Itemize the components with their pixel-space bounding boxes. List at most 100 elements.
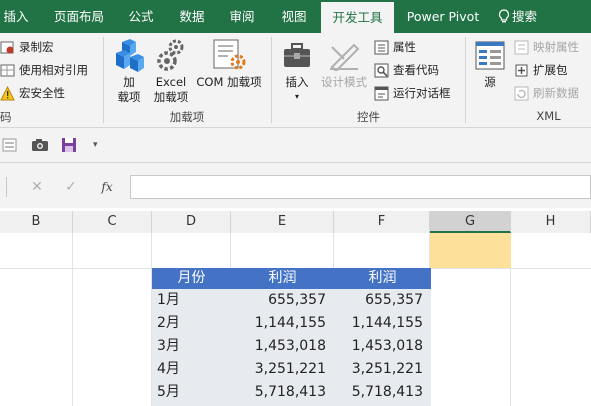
design-mode-button[interactable]: 设计模式 <box>318 37 370 105</box>
table-cell[interactable]: 1,144,155 <box>334 312 423 335</box>
map-properties-button[interactable]: 映射属性 <box>514 37 579 57</box>
table-cell[interactable]: 5月 <box>157 381 180 404</box>
customize-qat-icon[interactable]: ▾ <box>93 137 98 153</box>
table-header-row: 月份 利润 利润 <box>152 268 431 289</box>
refresh-icon <box>514 86 529 101</box>
xml-group-label: XML <box>536 109 561 123</box>
tab-view[interactable]: 视图 <box>276 0 312 33</box>
form-icon[interactable] <box>2 137 18 153</box>
map-properties-label: 映射属性 <box>533 40 579 54</box>
selected-cell[interactable] <box>430 233 511 268</box>
tab-review[interactable]: 审阅 <box>224 0 260 33</box>
addins-group-label: 加载项 <box>169 110 205 124</box>
table-row: 5月 5,718,413 5,718,413 <box>152 381 431 406</box>
formula-input[interactable] <box>130 175 591 199</box>
table-cell[interactable]: 3,251,221 <box>334 358 423 381</box>
table-cell[interactable]: 3月 <box>157 335 180 358</box>
relative-reference-button[interactable]: 使用相对引用 <box>0 60 88 80</box>
addins-label: 加载项 <box>117 75 141 104</box>
controls-group-label: 控件 <box>357 110 380 124</box>
properties-button[interactable]: 属性 <box>374 37 416 57</box>
expansion-packs-icon <box>514 63 529 78</box>
table-cell[interactable]: 1,453,018 <box>231 335 326 358</box>
properties-icon <box>374 40 389 55</box>
expansion-packs-label: 扩展包 <box>533 63 568 77</box>
camera-icon[interactable] <box>31 137 49 153</box>
table-header-profit-2[interactable]: 利润 <box>334 268 431 289</box>
table-cell[interactable]: 655,357 <box>231 289 326 312</box>
tab-power-pivot[interactable]: Power Pivot <box>403 0 483 33</box>
table-header-month[interactable]: 月份 <box>152 268 231 289</box>
table-cell[interactable]: 5,718,413 <box>334 381 423 404</box>
column-header-b[interactable]: B <box>0 211 73 233</box>
table-row: 2月 1,144,155 1,144,155 <box>152 312 431 335</box>
excel-addins-button[interactable]: Excel 加载项 <box>150 37 192 105</box>
com-addins-button[interactable]: COM 加载项 <box>193 37 265 105</box>
properties-label: 属性 <box>393 40 416 54</box>
lightbulb-icon <box>498 9 510 23</box>
formula-bar: ✕ ✓ fx <box>0 163 591 208</box>
column-headers: B C D E F G H <box>0 211 591 234</box>
column-header-c[interactable]: C <box>73 211 152 233</box>
insert-control-label: 插入 <box>285 75 309 89</box>
xml-source-button[interactable]: 源 <box>471 37 509 105</box>
xml-source-label: 源 <box>484 75 496 89</box>
table-cell[interactable]: 1,453,018 <box>334 335 423 358</box>
insert-control-button[interactable]: 插入 ▾ <box>278 37 316 105</box>
com-addins-label: COM 加载项 <box>196 75 262 89</box>
ribbon-tab-bar: 插入 页面布局 公式 数据 审阅 视图 开发工具 Power Pivot 搜索 <box>0 0 591 33</box>
column-header-g[interactable]: G <box>430 211 511 233</box>
table-cell[interactable]: 3,251,221 <box>231 358 326 381</box>
table-cell[interactable]: 1月 <box>157 289 180 312</box>
table-cell[interactable]: 5,718,413 <box>231 381 326 404</box>
search-label: 搜索 <box>512 9 538 24</box>
run-dialog-label: 运行对话框 <box>393 86 451 100</box>
enter-icon[interactable]: ✓ <box>61 175 81 199</box>
column-header-d[interactable]: D <box>152 211 231 233</box>
refresh-data-button[interactable]: 刷新数据 <box>514 83 579 103</box>
quick-access-toolbar: ▾ <box>0 128 591 163</box>
code-group-label: 码 <box>0 110 12 124</box>
run-dialog-button[interactable]: 运行对话框 <box>374 83 451 103</box>
run-dialog-icon <box>374 86 389 101</box>
addins-button[interactable]: 加载项 <box>110 37 148 105</box>
tab-search[interactable]: 搜索 <box>498 0 550 33</box>
insert-function-icon[interactable]: fx <box>97 175 117 199</box>
save-icon[interactable] <box>61 137 77 153</box>
relative-reference-label: 使用相对引用 <box>19 63 88 77</box>
table-header-profit-1[interactable]: 利润 <box>231 268 334 289</box>
ribbon: 录制宏 使用相对引用 宏安全性 码 加载项 Excel 加载项 COM 加载项 … <box>0 33 591 128</box>
gridline <box>72 233 73 406</box>
view-code-button[interactable]: 查看代码 <box>374 60 439 80</box>
column-header-f[interactable]: F <box>334 211 430 233</box>
name-box-edge <box>0 177 7 197</box>
warning-icon <box>0 85 15 101</box>
view-code-icon <box>374 63 389 78</box>
record-macro-button[interactable]: 录制宏 <box>0 37 54 57</box>
view-code-label: 查看代码 <box>393 63 439 77</box>
tab-developer[interactable]: 开发工具 <box>321 2 394 33</box>
com-addins-icon <box>213 39 246 70</box>
column-header-h[interactable]: H <box>511 211 591 233</box>
table-row: 1月 655,357 655,357 <box>152 289 431 312</box>
table-cell[interactable]: 2月 <box>157 312 180 335</box>
tab-insert[interactable]: 插入 <box>0 0 32 33</box>
macro-security-label: 宏安全性 <box>19 86 65 100</box>
tab-page-layout[interactable]: 页面布局 <box>47 0 111 33</box>
expansion-packs-button[interactable]: 扩展包 <box>514 60 568 80</box>
macro-security-button[interactable]: 宏安全性 <box>0 83 65 103</box>
relative-reference-icon <box>0 63 15 78</box>
table-cell[interactable]: 655,357 <box>334 289 423 312</box>
worksheet-grid[interactable]: 月份 利润 利润 1月 655,357 655,357 2月 1,144,155… <box>0 233 591 406</box>
column-header-e[interactable]: E <box>231 211 334 233</box>
map-properties-icon <box>514 40 529 55</box>
tab-formulas[interactable]: 公式 <box>123 0 159 33</box>
table-cell[interactable]: 4月 <box>157 358 180 381</box>
record-macro-label: 录制宏 <box>19 40 54 54</box>
cancel-icon[interactable]: ✕ <box>27 175 47 199</box>
excel-addins-label: Excel 加载项 <box>153 75 189 104</box>
tab-data[interactable]: 数据 <box>174 0 210 33</box>
table-cell[interactable]: 1,144,155 <box>231 312 326 335</box>
xml-source-icon <box>475 41 505 70</box>
formula-buttons: ✕ ✓ fx <box>6 175 127 199</box>
